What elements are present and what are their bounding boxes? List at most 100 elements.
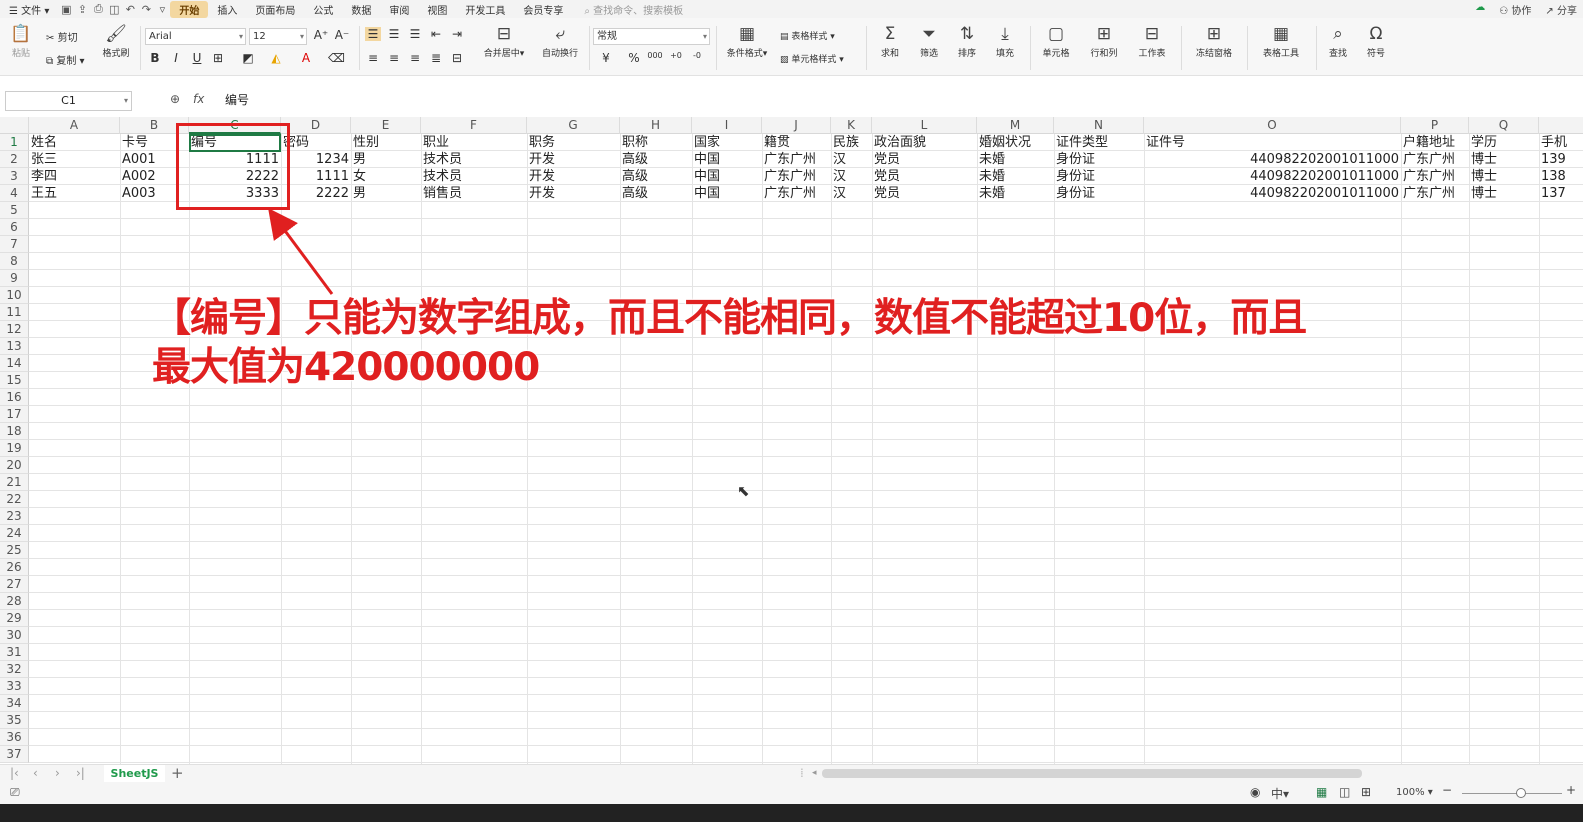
sort-button[interactable]: ⇅ 排序 (951, 22, 983, 59)
table-cell[interactable]: 销售员 (421, 185, 527, 202)
zoom-out-icon[interactable]: − (1442, 783, 1452, 797)
tab-review[interactable]: 审阅 (380, 2, 418, 17)
header-cell[interactable]: 民族 (831, 134, 872, 151)
table-cell[interactable]: 广东广州 (1401, 185, 1469, 202)
fx-icon[interactable]: fx (193, 92, 204, 106)
row-header-21[interactable]: 21 (0, 474, 29, 491)
row-header-7[interactable]: 7 (0, 236, 29, 253)
table-cell[interactable]: 广东广州 (762, 168, 831, 185)
tab-home[interactable]: 开始 (170, 0, 209, 18)
table-cell[interactable]: A002 (120, 168, 189, 185)
table-cell[interactable]: 1111 (189, 151, 281, 168)
row-header-22[interactable]: 22 (0, 491, 29, 508)
column-header-g[interactable]: G (527, 117, 620, 134)
export-icon[interactable]: ⇪ (74, 2, 90, 16)
column-header-d[interactable]: D (281, 117, 351, 134)
page-layout-view-icon[interactable]: ◫ (1339, 785, 1350, 799)
row-header-4[interactable]: 4 (0, 185, 29, 202)
increase-decimal-icon[interactable]: +0 (668, 51, 684, 60)
table-cell[interactable]: 138 (1539, 168, 1583, 185)
align-center-icon[interactable]: ≡ (386, 51, 402, 65)
row-header-3[interactable]: 3 (0, 168, 29, 185)
table-cell[interactable]: 广东广州 (762, 185, 831, 202)
header-cell[interactable]: 姓名 (29, 134, 120, 151)
row-header-30[interactable]: 30 (0, 627, 29, 644)
row-header-32[interactable]: 32 (0, 661, 29, 678)
table-cell[interactable]: 1234 (281, 151, 351, 168)
row-header-25[interactable]: 25 (0, 542, 29, 559)
row-header-1[interactable]: 1 (0, 134, 29, 151)
align-right-icon[interactable]: ≡ (407, 51, 423, 65)
table-cell[interactable]: 440982202001011000 (1144, 185, 1401, 202)
row-header-16[interactable]: 16 (0, 389, 29, 406)
print-icon[interactable]: ⎙ (90, 2, 106, 16)
table-cell[interactable]: 高级 (620, 151, 692, 168)
paste-button[interactable]: 📋 粘贴 (8, 22, 34, 59)
header-cell[interactable]: 职务 (527, 134, 620, 151)
header-cell[interactable]: 户籍地址 (1401, 134, 1469, 151)
row-header-37[interactable]: 37 (0, 746, 29, 763)
row-header-24[interactable]: 24 (0, 525, 29, 542)
table-cell[interactable]: 技术员 (421, 151, 527, 168)
column-header-e[interactable]: E (351, 117, 421, 134)
tab-page-layout[interactable]: 页面布局 (246, 2, 304, 17)
spreadsheet-grid[interactable]: ABCDEFGHIJKLMNOPQ 1 2 3 4 5 6 7 8 9 10 11 12 13 14 15 1… (0, 117, 1583, 764)
table-cell[interactable]: 139 (1539, 151, 1583, 168)
undo-icon[interactable]: ↶ (122, 2, 138, 16)
table-cell[interactable]: 身份证 (1054, 168, 1144, 185)
name-box[interactable]: C1 (5, 91, 132, 111)
font-name-select[interactable]: Arial (145, 28, 246, 45)
header-cell[interactable]: 手机 (1539, 134, 1583, 151)
table-cell[interactable]: 未婚 (977, 185, 1054, 202)
cloud-sync-icon[interactable]: ☁ (1475, 2, 1485, 17)
horizontal-scrollbar[interactable] (822, 769, 1362, 778)
row-header-6[interactable]: 6 (0, 219, 29, 236)
eraser-icon[interactable]: ⌫ (328, 51, 345, 65)
scroll-left-icon[interactable]: ◂ (812, 768, 817, 778)
header-cell[interactable]: 学历 (1469, 134, 1539, 151)
table-cell[interactable]: 党员 (872, 151, 977, 168)
decrease-font-icon[interactable]: A⁻ (334, 28, 350, 42)
save-icon[interactable]: ▣ (58, 2, 74, 16)
header-cell[interactable]: 证件类型 (1054, 134, 1144, 151)
currency-icon[interactable]: ¥ (598, 51, 614, 65)
header-cell[interactable]: 职称 (620, 134, 692, 151)
table-cell[interactable]: 广东广州 (1401, 151, 1469, 168)
justify-icon[interactable]: ≣ (428, 51, 444, 65)
italic-icon[interactable]: I (168, 51, 184, 65)
next-sheet-icon[interactable]: › (55, 766, 60, 780)
table-cell[interactable]: 开发 (527, 168, 620, 185)
indent-increase-icon[interactable]: ⇥ (449, 27, 465, 41)
column-header-n[interactable]: N (1054, 117, 1144, 134)
page-break-view-icon[interactable]: ⊞ (1361, 785, 1371, 799)
zoom-in-icon[interactable]: + (1566, 783, 1576, 797)
fill-button[interactable]: ⤓ 填充 (989, 22, 1021, 59)
table-cell[interactable]: 开发 (527, 151, 620, 168)
table-tools-button[interactable]: ▦ 表格工具 (1254, 22, 1308, 59)
row-header-36[interactable]: 36 (0, 729, 29, 746)
align-top-icon[interactable]: ☰ (365, 27, 381, 41)
column-header-l[interactable]: L (872, 117, 977, 134)
table-cell[interactable]: 汉 (831, 168, 872, 185)
table-cell[interactable]: 王五 (29, 185, 120, 202)
header-cell[interactable]: 密码 (281, 134, 351, 151)
collab-button[interactable]: ⚇ 协作 (1499, 2, 1531, 17)
header-cell[interactable]: 卡号 (120, 134, 189, 151)
table-cell[interactable]: 未婚 (977, 168, 1054, 185)
row-header-23[interactable]: 23 (0, 508, 29, 525)
percent-icon[interactable]: % (626, 51, 642, 65)
zoom-level[interactable]: 100% ▾ (1396, 787, 1433, 798)
table-cell[interactable]: 李四 (29, 168, 120, 185)
column-header-p[interactable]: P (1401, 117, 1469, 134)
share-button[interactable]: ↗ 分享 (1545, 2, 1577, 17)
table-cell[interactable]: 中国 (692, 185, 762, 202)
tab-view[interactable]: 视图 (418, 2, 456, 17)
table-cell[interactable]: 女 (351, 168, 421, 185)
row-header-29[interactable]: 29 (0, 610, 29, 627)
format-painter-button[interactable]: 🖌 格式刷 (99, 22, 133, 59)
table-cell[interactable]: 党员 (872, 185, 977, 202)
header-cell[interactable]: 籍贯 (762, 134, 831, 151)
cell-button[interactable]: ▢ 单元格 (1036, 22, 1076, 59)
table-cell[interactable]: 3333 (189, 185, 281, 202)
table-cell[interactable]: 党员 (872, 168, 977, 185)
